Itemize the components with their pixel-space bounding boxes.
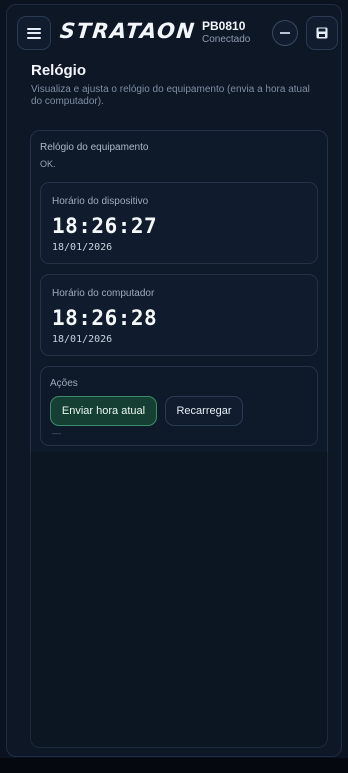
computer-time-label: Horário do computador	[52, 288, 155, 299]
send-time-button[interactable]: Enviar hora atual	[50, 396, 157, 426]
floppy-disk-icon	[316, 27, 328, 39]
brand-logo: STRATAON	[58, 19, 197, 43]
minimize-button[interactable]	[272, 20, 298, 46]
save-button[interactable]	[306, 16, 338, 50]
bottom-bar	[0, 758, 348, 773]
menu-button[interactable]	[17, 16, 51, 50]
device-time-value: 18:26:27	[52, 214, 158, 238]
computer-time-value: 18:26:28	[52, 306, 158, 330]
page-description: Visualiza e ajusta o relógio do equipame…	[31, 84, 310, 107]
hamburger-menu-icon	[27, 27, 41, 39]
device-id: PB0810	[202, 19, 246, 33]
card-extension	[30, 452, 328, 748]
header: STRATAON PB0810 Conectado	[10, 14, 338, 54]
computer-date-value: 18/01/2026	[52, 334, 113, 345]
device-date-value: 18/01/2026	[52, 242, 113, 253]
actions-label: Ações	[50, 378, 78, 389]
equipment-clock-label: Relógio do equipamento	[40, 142, 149, 153]
connection-status: Conectado	[202, 34, 251, 45]
equipment-clock-status: OK.	[40, 159, 56, 169]
device-time-label: Horário do dispositivo	[52, 196, 149, 207]
reload-button[interactable]: Recarregar	[165, 396, 243, 426]
page-title: Relógio	[31, 62, 86, 79]
action-result: —	[52, 428, 61, 438]
actions-panel: Ações Enviar hora atual Recarregar —	[40, 366, 318, 446]
device-time-panel: Horário do dispositivo 18:26:27 18/01/20…	[40, 182, 318, 264]
minus-circle-icon	[280, 32, 290, 34]
computer-time-panel: Horário do computador 18:26:28 18/01/202…	[40, 274, 318, 356]
